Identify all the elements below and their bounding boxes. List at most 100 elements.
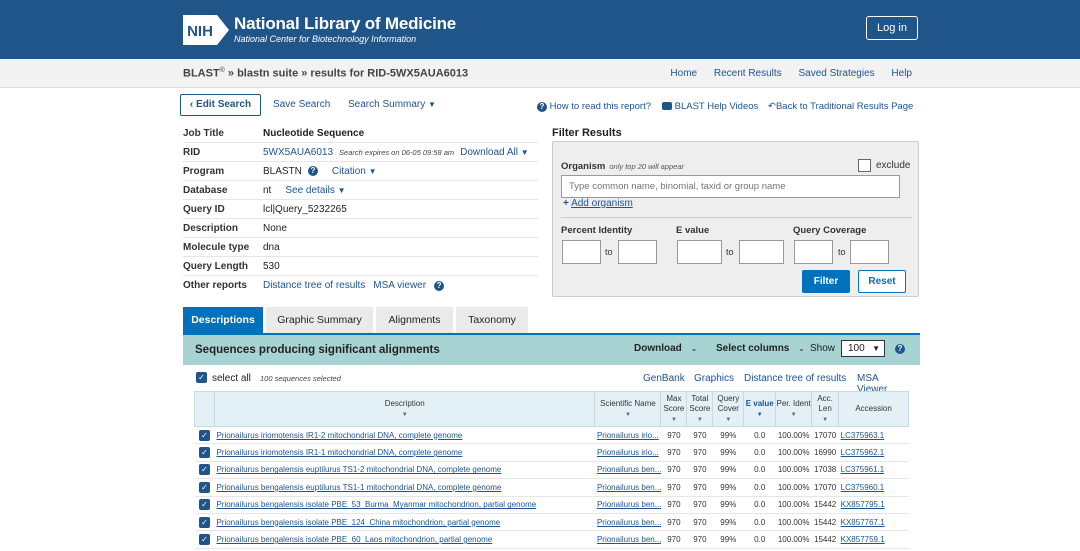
- description-link[interactable]: Prionailurus bengalensis isolate PBE_53_…: [216, 500, 536, 509]
- search-summary-dropdown[interactable]: Search Summary ▼: [348, 99, 436, 110]
- evalue-to[interactable]: [739, 240, 784, 264]
- download-all-dropdown[interactable]: Download All ▼: [460, 147, 529, 158]
- graphics-link[interactable]: Graphics: [694, 373, 734, 384]
- site-title[interactable]: National Library of Medicine: [234, 14, 456, 34]
- column-header-scientific-name[interactable]: Scientific Name ▼: [594, 391, 662, 427]
- column-header-description[interactable]: Description ▼: [213, 391, 596, 427]
- nav-help[interactable]: Help: [891, 68, 912, 79]
- cell-max: 970: [660, 443, 687, 462]
- save-search-link[interactable]: Save Search: [273, 99, 330, 110]
- row-checkbox-cell: ✓: [194, 496, 215, 514]
- table-row: ✓ Prionailurus iriomotensis IR1-1 mitocho…: [194, 443, 909, 462]
- description-link[interactable]: Prionailurus bengalensis euptilurus TS1-…: [216, 465, 501, 474]
- row-checkbox[interactable]: ✓: [198, 447, 210, 459]
- cell-evalue: 0.0: [743, 461, 776, 480]
- accession-link[interactable]: LC375960.1: [841, 483, 885, 492]
- scientific-name-link[interactable]: Prionailurus irio...: [597, 448, 659, 457]
- traditional-results-link[interactable]: ↶Back to Traditional Results Page: [768, 101, 913, 112]
- nav-recent-results[interactable]: Recent Results: [714, 68, 782, 79]
- reset-button[interactable]: Reset: [858, 270, 906, 293]
- accession-link[interactable]: KX857795.1: [841, 500, 885, 509]
- how-to-read-link[interactable]: ? How to read this report?: [537, 101, 651, 112]
- cell-sci: Prionailurus ben...: [594, 513, 661, 532]
- tab-descriptions[interactable]: Descriptions: [183, 307, 263, 334]
- accession-link[interactable]: KX857759.1: [841, 535, 885, 544]
- cell-ident: 100.00%: [775, 513, 812, 532]
- row-checkbox[interactable]: ✓: [198, 429, 210, 441]
- scientific-name-link[interactable]: Prionailurus irio...: [597, 431, 659, 440]
- distance-tree-link[interactable]: Distance tree of results: [263, 280, 365, 291]
- download-all-label: Download All: [460, 146, 518, 158]
- row-checkbox-cell: ✓: [194, 513, 215, 532]
- row-checkbox[interactable]: ✓: [198, 534, 210, 546]
- description-link[interactable]: Prionailurus bengalensis isolate PBE_124…: [216, 518, 500, 527]
- show-count-select[interactable]: 100 ▼: [841, 340, 885, 357]
- genbank-link[interactable]: GenBank: [643, 373, 685, 384]
- nih-logo[interactable]: NIH: [183, 15, 229, 45]
- msa-viewer-link[interactable]: MSA viewer: [373, 280, 426, 291]
- select-columns-dropdown[interactable]: Select columns ⌄: [716, 343, 805, 354]
- description-link[interactable]: Prionailurus iriomotensis IR1-2 mitochon…: [216, 431, 462, 440]
- accession-link[interactable]: LC375963.1: [841, 431, 885, 440]
- edit-search-button[interactable]: ‹ Edit Search: [180, 94, 261, 116]
- cell-cover: 99%: [712, 426, 744, 445]
- select-all-checkbox[interactable]: ✓: [196, 372, 207, 383]
- column-header-per-ident[interactable]: Per. Ident ▼: [775, 391, 813, 427]
- tab-taxonomy[interactable]: Taxonomy: [456, 307, 528, 334]
- scientific-name-link[interactable]: Prionailurus ben...: [597, 500, 661, 509]
- help-circle-icon[interactable]: ?: [895, 344, 905, 354]
- row-checkbox[interactable]: ✓: [198, 499, 210, 511]
- description-link[interactable]: Prionailurus iriomotensis IR1-1 mitochon…: [216, 448, 462, 457]
- organism-input[interactable]: [561, 175, 900, 198]
- percent-identity-from[interactable]: [562, 240, 601, 264]
- scientific-name-link[interactable]: Prionailurus ben...: [597, 483, 661, 492]
- scientific-name-link[interactable]: Prionailurus ben...: [597, 518, 661, 527]
- description-link[interactable]: Prionailurus bengalensis isolate PBE_60_…: [216, 535, 492, 544]
- exclude-checkbox[interactable]: [858, 159, 871, 172]
- cell-len: 17038: [811, 461, 839, 480]
- help-videos-link[interactable]: BLAST Help Videos: [662, 101, 758, 112]
- scientific-name-link[interactable]: Prionailurus ben...: [597, 465, 661, 474]
- cell-len: 15442: [811, 513, 839, 532]
- citation-dropdown[interactable]: Citation ▼: [332, 166, 377, 177]
- cell-len: 15442: [811, 530, 839, 549]
- column-header-query-cover[interactable]: Query Cover ▼: [712, 391, 745, 427]
- accession-link[interactable]: KX857767.1: [841, 518, 885, 527]
- add-organism-link[interactable]: + Add organism: [563, 198, 633, 209]
- column-header-acc-len[interactable]: Acc. Len ▼: [811, 391, 840, 427]
- accession-link[interactable]: LC375962.1: [841, 448, 885, 457]
- percent-identity-to[interactable]: [618, 240, 657, 264]
- evalue-from[interactable]: [677, 240, 722, 264]
- tab-graphic-summary[interactable]: Graphic Summary: [266, 307, 373, 334]
- query-coverage-from[interactable]: [794, 240, 833, 264]
- accession-link[interactable]: LC375961.1: [841, 465, 885, 474]
- select-all-label[interactable]: select all: [212, 373, 251, 384]
- rid-link[interactable]: 5WX5AUA6013: [263, 147, 333, 158]
- results-table: Description ▼ Scientific Name ▼ Max Score ▼…: [194, 391, 909, 549]
- login-button[interactable]: Log in: [866, 16, 918, 40]
- filter-button[interactable]: Filter: [802, 270, 850, 293]
- help-circle-icon[interactable]: ?: [307, 166, 318, 176]
- crumb-blast[interactable]: BLAST: [183, 68, 220, 80]
- help-circle-icon[interactable]: ?: [434, 280, 445, 291]
- column-header-accession[interactable]: Accession: [838, 391, 909, 427]
- tab-alignments[interactable]: Alignments: [376, 307, 453, 334]
- row-checkbox[interactable]: ✓: [198, 464, 210, 476]
- scientific-name-link[interactable]: Prionailurus ben...: [597, 535, 661, 544]
- distance-tree-results-link[interactable]: Distance tree of results: [744, 373, 846, 384]
- nav-home[interactable]: Home: [670, 68, 697, 79]
- query-coverage-to[interactable]: [850, 240, 889, 264]
- nav-saved-strategies[interactable]: Saved Strategies: [798, 68, 874, 79]
- column-header-evalue[interactable]: E value ▼: [743, 391, 777, 427]
- description-link[interactable]: Prionailurus bengalensis euptilurus TS1-…: [216, 483, 501, 492]
- cell-len: 17070: [811, 478, 839, 497]
- column-header-max-score[interactable]: Max Score ▼: [660, 391, 688, 427]
- row-checkbox[interactable]: ✓: [198, 516, 210, 528]
- per-ident: 100.00%: [777, 482, 810, 492]
- how-to-read-label: How to read this report?: [549, 101, 652, 112]
- download-dropdown[interactable]: Download ⌄: [634, 343, 697, 354]
- column-header-total-score[interactable]: Total Score ▼: [686, 391, 714, 427]
- see-details-dropdown[interactable]: See details ▼: [285, 185, 345, 196]
- sort-arrow-icon: ▼: [401, 411, 408, 418]
- row-checkbox[interactable]: ✓: [198, 481, 210, 493]
